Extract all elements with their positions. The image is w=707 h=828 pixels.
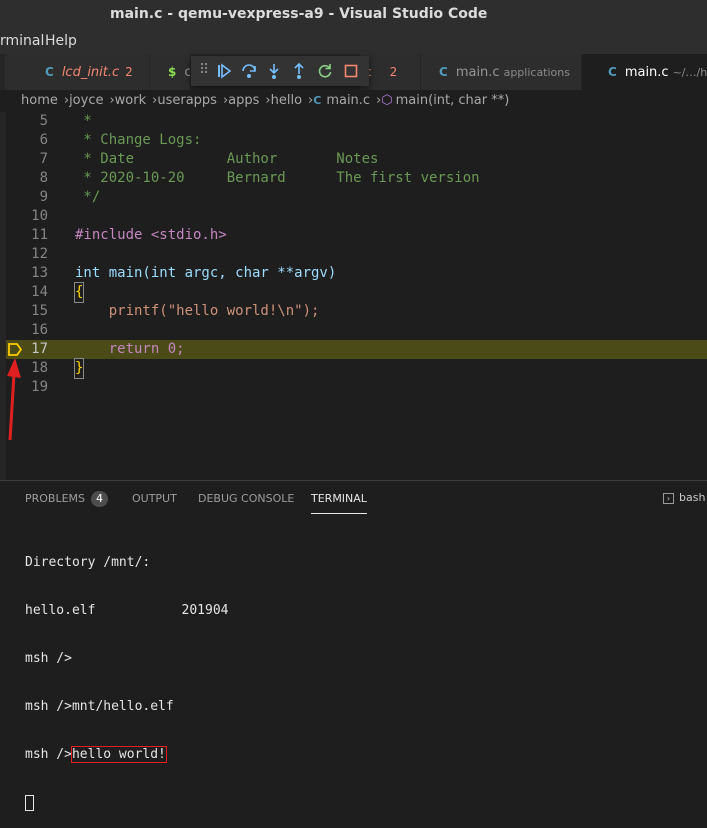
code-text: return 0;	[75, 341, 185, 357]
window-title: main.c - qemu-vexpress-a9 - Visual Studi…	[110, 6, 488, 22]
code-line: 7 * Date Author Notes	[0, 150, 707, 169]
breadcrumb-item[interactable]: hello	[271, 93, 302, 108]
menu-bar: rminal Help	[0, 29, 707, 54]
line-number: 6	[39, 132, 48, 148]
breadcrumb-item[interactable]: work	[115, 93, 146, 108]
step-out-icon[interactable]	[291, 63, 307, 79]
tab-label: c	[184, 65, 190, 80]
breadcrumb-item[interactable]: joyce	[69, 93, 103, 108]
code-text: *	[75, 113, 92, 129]
code-line: 15 printf("hello world!\n");	[0, 302, 707, 321]
code-text: }	[73, 358, 85, 379]
tab-description: applications	[503, 66, 570, 79]
tab-label: PROBLEMS	[25, 492, 86, 505]
breadcrumb-item[interactable]: userapps	[157, 93, 217, 108]
menu-terminal[interactable]: rminal	[0, 29, 44, 54]
continue-icon[interactable]	[216, 63, 232, 79]
tab-lcd-init[interactable]: Clcd_init.c 2	[5, 54, 149, 90]
tab-label: lcd_init.c	[61, 65, 120, 80]
restart-icon[interactable]	[317, 63, 333, 79]
breadcrumb-item[interactable]: apps	[228, 93, 259, 108]
line-number: 15	[31, 303, 48, 319]
tab-debug-console[interactable]: DEBUG CONSOLE	[198, 491, 294, 507]
code-line: 8 * 2020-10-20 Bernard The first version	[0, 169, 707, 188]
tab-main-hello[interactable]: Cmain.c~/…/hel	[582, 54, 707, 90]
code-text: * 2020-10-20 Bernard The first version	[75, 170, 480, 186]
line-number: 10	[31, 208, 48, 224]
code-text: {	[73, 282, 85, 303]
step-into-icon[interactable]	[266, 63, 282, 79]
stop-icon[interactable]	[343, 63, 359, 79]
breadcrumb: home ›joyce ›work ›userapps ›apps ›hello ›C mai…	[0, 90, 707, 112]
tab-description: ~/…/hel	[672, 66, 707, 79]
code-text: * Change Logs:	[75, 132, 202, 148]
terminal-output[interactable]: Directory /mnt/: hello.elf 201904 msh />…	[25, 523, 229, 828]
tab-problems[interactable]: PROBLEMS 4	[25, 491, 109, 507]
method-icon: ⬡	[381, 93, 393, 108]
code-line: 10	[0, 207, 707, 226]
terminal-cursor	[25, 795, 34, 811]
highlighted-output: hello world!	[70, 746, 167, 763]
tab-label: main.c	[624, 65, 669, 80]
c-file-icon: C	[608, 65, 617, 79]
tab-problem-count: 2	[389, 65, 398, 79]
terminal-line: msh />	[25, 651, 72, 666]
line-number: 12	[31, 246, 48, 262]
code-text: * Date Author Notes	[75, 151, 379, 167]
terminal-line: msh />mnt/hello.elf	[25, 699, 174, 714]
breadcrumb-item[interactable]: main(int, char **)	[396, 93, 510, 108]
line-number: 16	[31, 322, 48, 338]
line-number: 9	[39, 189, 48, 205]
terminal-name: bash	[679, 491, 706, 504]
breadcrumb-item[interactable]: home	[21, 93, 58, 108]
c-file-icon: C	[439, 65, 448, 79]
problems-count-badge: 4	[91, 491, 109, 507]
terminal-line: Directory /mnt/:	[25, 555, 151, 570]
code-line: 19	[0, 378, 707, 397]
code-line: 12	[0, 245, 707, 264]
code-line: 16	[0, 321, 707, 340]
code-editor[interactable]: 5 * 6 * Change Logs: 7 * Date Author Not…	[0, 112, 707, 480]
c-file-icon: C	[45, 65, 54, 79]
line-number: 8	[39, 170, 48, 186]
code-line: 13 int main(int argc, char **argv)	[0, 264, 707, 283]
tab-problem-count: 2	[125, 65, 133, 79]
tab-label: main.c	[455, 65, 500, 80]
shell-file-icon: $	[168, 65, 177, 79]
step-over-icon[interactable]	[241, 63, 257, 79]
title-bar: main.c - qemu-vexpress-a9 - Visual Studi…	[0, 0, 707, 29]
code-line: 9 */	[0, 188, 707, 207]
line-number: 7	[39, 151, 48, 167]
code-line: 14 {	[0, 282, 707, 303]
line-number: 11	[31, 227, 48, 243]
code-text: #include <stdio.h>	[75, 227, 227, 243]
code-line: 18 }	[0, 358, 707, 379]
tab-terminal[interactable]: TERMINAL	[311, 491, 367, 514]
drag-handle-icon[interactable]: ⠿	[199, 62, 209, 78]
terminal-line: msh />hello world!	[25, 746, 229, 763]
tab-shell-file[interactable]: $ c	[150, 54, 190, 90]
code-text: printf("hello world!\n");	[75, 303, 320, 319]
tab-output[interactable]: OUTPUT	[132, 491, 177, 507]
terminal-line: hello.elf 201904	[25, 603, 229, 618]
code-line: 5 *	[0, 112, 707, 131]
code-text: */	[75, 189, 101, 205]
line-number: 14	[31, 284, 48, 300]
debug-toolbar: ⠿	[191, 56, 369, 86]
terminal-line	[25, 795, 229, 812]
code-text: int main(int argc, char **argv)	[75, 265, 337, 281]
breadcrumb-item[interactable]: main.c	[326, 93, 370, 108]
tab-hidden-file[interactable]: c2	[360, 54, 420, 90]
terminal-icon: ›	[663, 493, 674, 504]
line-number: 5	[39, 113, 48, 129]
menu-help[interactable]: Help	[45, 29, 77, 54]
code-line: 6 * Change Logs:	[0, 131, 707, 150]
code-line: 11 #include <stdio.h>	[0, 226, 707, 245]
c-file-icon: C	[313, 94, 322, 107]
current-line-highlight: 17 return 0;	[0, 340, 707, 359]
terminal-prompt: msh />	[25, 747, 72, 762]
terminal-selector[interactable]: › bash	[663, 491, 705, 504]
line-number: 13	[31, 265, 48, 281]
tab-main-applications[interactable]: Cmain.c applications	[421, 54, 581, 90]
